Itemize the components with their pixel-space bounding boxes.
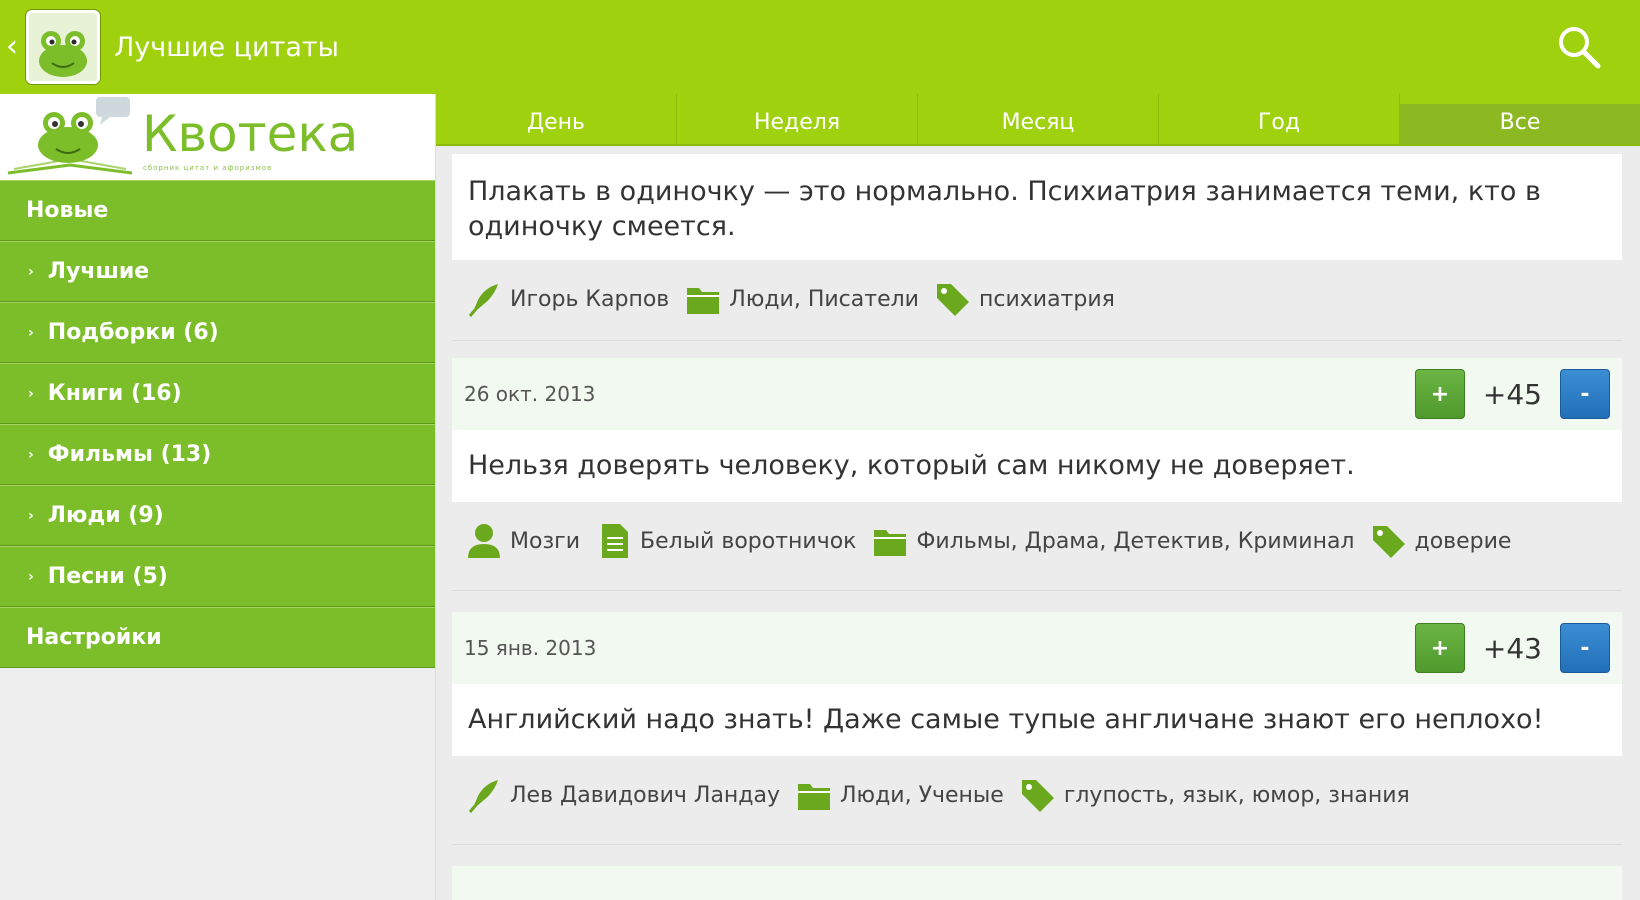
logo-subtitle: сборник цитат и афоризмов xyxy=(143,164,273,172)
quill-icon xyxy=(468,284,498,317)
category-link[interactable]: Люди, Ученые xyxy=(796,776,1004,814)
tab-year[interactable]: Год xyxy=(1159,94,1400,144)
quote-text: Английский надо знать! Даже самые тупые … xyxy=(452,684,1622,756)
quote-card: Плакать в одиночку — это нормально. Псих… xyxy=(452,154,1622,338)
tag-icon xyxy=(936,284,969,316)
app-title: Лучшие цитаты xyxy=(114,31,339,63)
vote-controls: + +45 - xyxy=(1414,369,1610,419)
sidebar-item-people[interactable]: › Люди (9) xyxy=(0,485,435,546)
quote-meta: Лев Давидович Ландау Люди, Ученые глупос… xyxy=(452,756,1622,834)
tab-month[interactable]: Месяц xyxy=(918,94,1159,144)
sidebar-item-label: Песни (5) xyxy=(47,564,168,589)
sidebar: Квотека сборник цитат и афоризмов Новые … xyxy=(0,94,436,900)
sidebar-item-label: Новые xyxy=(26,198,109,223)
logo-text: Квотека xyxy=(142,105,359,163)
quote-text: Нельзя доверять человеку, который сам ни… xyxy=(452,430,1622,502)
quote-header xyxy=(452,866,1622,900)
bullet-icon: › xyxy=(28,568,34,585)
quote-date: 26 окт. 2013 xyxy=(464,382,596,406)
sidebar-menu: Новые › Лучшие › Подборки (6) › Книги (1… xyxy=(0,180,435,668)
tag-names: доверие xyxy=(1414,528,1512,554)
quote-list[interactable]: Плакать в одиночку — это нормально. Псих… xyxy=(436,148,1640,900)
folder-icon xyxy=(874,530,907,556)
quote-header: 26 окт. 2013 + +45 - xyxy=(452,358,1622,430)
sidebar-item-label: Книги (16) xyxy=(47,381,182,406)
upvote-button[interactable]: + xyxy=(1414,369,1465,419)
tag-link[interactable]: доверие xyxy=(1371,522,1512,560)
tag-names: глупость, язык, юмор, знания xyxy=(1063,782,1410,808)
quote-score: +43 xyxy=(1482,631,1542,665)
quote-date: 15 янв. 2013 xyxy=(464,636,597,660)
author-link[interactable]: Игорь Карпов xyxy=(466,280,669,318)
source-link[interactable]: Белый воротничок xyxy=(596,522,856,560)
quill-icon xyxy=(468,780,498,813)
frog-app-icon[interactable] xyxy=(26,10,100,84)
vote-controls: + +43 - xyxy=(1414,623,1610,673)
action-bar: ‹ Лучшие цитаты xyxy=(0,0,1640,94)
folder-icon xyxy=(798,784,831,810)
author-link[interactable]: Мозги xyxy=(466,522,580,560)
bullet-icon: › xyxy=(28,324,34,341)
back-icon[interactable]: ‹ xyxy=(6,32,22,62)
quote-card: 26 окт. 2013 + +45 - Нельзя доверять чел… xyxy=(452,358,1622,580)
logo: Квотека сборник цитат и афоризмов xyxy=(0,94,435,180)
downvote-button[interactable]: - xyxy=(1560,369,1610,419)
sidebar-item-songs[interactable]: › Песни (5) xyxy=(0,546,435,607)
card-separator xyxy=(452,590,1622,591)
category-names: Фильмы, Драма, Детектив, Криминал xyxy=(916,528,1355,554)
sidebar-item-new[interactable]: Новые xyxy=(0,180,435,241)
sidebar-item-label: Фильмы (13) xyxy=(47,442,212,467)
bullet-icon: › xyxy=(28,385,34,402)
tag-icon xyxy=(1021,780,1054,812)
sidebar-item-label: Лучшие xyxy=(47,259,150,284)
author-link[interactable]: Лев Давидович Ландау xyxy=(466,776,780,814)
card-separator xyxy=(452,844,1622,845)
quote-text: Плакать в одиночку — это нормально. Псих… xyxy=(452,154,1622,260)
sidebar-item-films[interactable]: › Фильмы (13) xyxy=(0,424,435,485)
source-name: Белый воротничок xyxy=(640,528,857,554)
sidebar-item-best[interactable]: › Лучшие xyxy=(0,241,435,302)
sidebar-item-settings[interactable]: Настройки xyxy=(0,607,435,668)
sidebar-item-label: Подборки (6) xyxy=(47,320,219,345)
quote-card: 15 янв. 2013 + +43 - Английский надо зна… xyxy=(452,612,1622,834)
sidebar-item-label: Люди (9) xyxy=(47,503,164,528)
bullet-icon: › xyxy=(28,446,34,463)
author-name: Игорь Карпов xyxy=(510,286,670,312)
author-name: Мозги xyxy=(510,528,580,554)
tag-icon xyxy=(1372,526,1405,558)
card-separator xyxy=(452,340,1622,341)
category-names: Люди, Ученые xyxy=(840,782,1004,808)
quote-score: +45 xyxy=(1482,377,1542,411)
category-link[interactable]: Люди, Писатели xyxy=(685,280,919,318)
quote-meta: Мозги Белый воротничок Фильмы, Драма, Де… xyxy=(452,502,1622,580)
tab-day[interactable]: День xyxy=(436,94,677,144)
category-names: Люди, Писатели xyxy=(729,286,919,312)
quote-meta: Игорь Карпов Люди, Писатели психиатрия xyxy=(452,260,1622,338)
downvote-button[interactable]: - xyxy=(1560,623,1610,673)
tag-link[interactable]: глупость, язык, юмор, знания xyxy=(1020,776,1410,814)
search-icon[interactable] xyxy=(1556,24,1602,70)
upvote-button[interactable]: + xyxy=(1414,623,1465,673)
frog-logo-icon xyxy=(7,97,133,175)
quote-header: 15 янв. 2013 + +43 - xyxy=(452,612,1622,684)
tag-link[interactable]: психиатрия xyxy=(935,280,1115,318)
tab-all[interactable]: Все xyxy=(1400,104,1640,144)
tab-week[interactable]: Неделя xyxy=(677,94,918,144)
period-tabs: День Неделя Месяц Год Все xyxy=(436,94,1640,146)
quote-card xyxy=(452,866,1622,900)
tag-names: психиатрия xyxy=(978,286,1115,312)
author-name: Лев Давидович Ландау xyxy=(510,782,781,808)
folder-icon xyxy=(687,288,720,314)
bullet-icon: › xyxy=(28,263,34,280)
person-icon xyxy=(468,524,500,558)
sidebar-item-collections[interactable]: › Подборки (6) xyxy=(0,302,435,363)
sidebar-item-books[interactable]: › Книги (16) xyxy=(0,363,435,424)
document-icon xyxy=(602,524,628,558)
category-link[interactable]: Фильмы, Драма, Детектив, Криминал xyxy=(872,522,1355,560)
bullet-icon: › xyxy=(28,507,34,524)
sidebar-item-label: Настройки xyxy=(26,625,162,650)
